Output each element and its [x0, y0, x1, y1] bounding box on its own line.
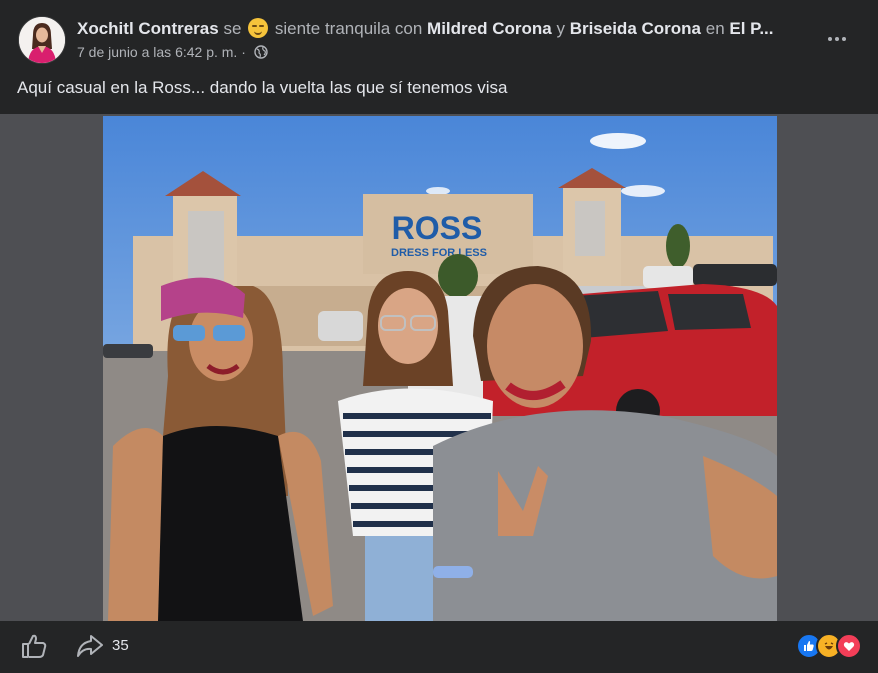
like-icon[interactable]: [20, 633, 48, 659]
post-media[interactable]: ROSS DRESS FOR LESS: [0, 114, 878, 621]
location-prefix: en: [705, 19, 725, 38]
post-title-line: Xochitl Contreras se siente tranquila co…: [77, 18, 827, 42]
post-photo[interactable]: ROSS DRESS FOR LESS: [103, 116, 777, 621]
tagged-person-2[interactable]: Briseida Corona: [570, 19, 701, 38]
feeling-prefix: se: [223, 19, 242, 38]
connector-text: y: [556, 19, 565, 38]
relieved-emoji-icon: [248, 18, 269, 38]
location-link[interactable]: El P...: [729, 19, 773, 38]
globe-icon[interactable]: [254, 45, 268, 62]
tagged-person-1[interactable]: Mildred Corona: [427, 19, 552, 38]
facebook-post: Xochitl Contreras se siente tranquila co…: [0, 0, 878, 673]
post-meta: 7 de junio a las 6:42 p. m. ·: [77, 44, 268, 62]
author-avatar[interactable]: [18, 16, 66, 64]
love-reaction-icon: [836, 633, 862, 659]
more-options-icon[interactable]: [824, 26, 850, 52]
store-tagline: DRESS FOR LESS: [391, 247, 487, 259]
share-count[interactable]: 35: [112, 637, 129, 654]
feeling-text: siente tranquila con: [274, 19, 423, 38]
post-timestamp[interactable]: 7 de junio a las 6:42 p. m. ·: [77, 44, 246, 60]
author-name[interactable]: Xochitl Contreras: [77, 19, 219, 38]
post-caption: Aquí casual en la Ross... dando la vuelt…: [17, 78, 508, 97]
share-icon[interactable]: [76, 633, 104, 659]
post-actions-bar: 35: [0, 621, 878, 673]
reactions-summary[interactable]: [796, 633, 862, 659]
store-sign: ROSS: [392, 210, 483, 246]
post-header: Xochitl Contreras se siente tranquila co…: [18, 14, 860, 68]
